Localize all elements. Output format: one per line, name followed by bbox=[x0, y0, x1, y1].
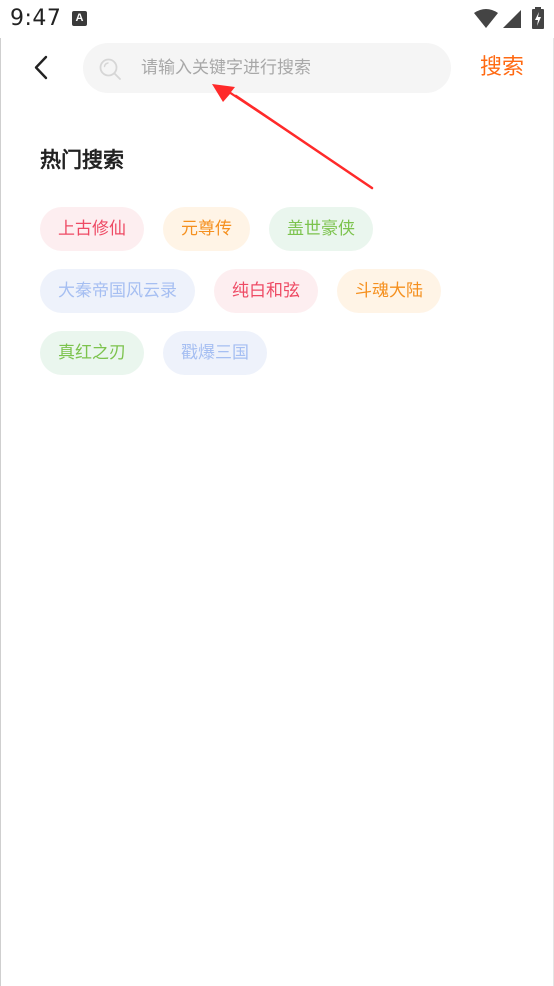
notification-a-icon: A bbox=[72, 11, 87, 26]
hot-tag[interactable]: 斗魂大陆 bbox=[337, 269, 441, 313]
battery-icon bbox=[532, 7, 544, 29]
hot-tag[interactable]: 纯白和弦 bbox=[214, 269, 318, 313]
annotation-arrow-icon bbox=[212, 84, 374, 190]
back-button[interactable] bbox=[22, 48, 62, 88]
hot-tag[interactable]: 大秦帝国风云录 bbox=[40, 269, 195, 313]
wifi-icon bbox=[474, 9, 498, 28]
search-icon bbox=[99, 58, 121, 80]
hot-tag[interactable]: 戳爆三国 bbox=[163, 331, 267, 375]
hot-tag[interactable]: 盖世豪侠 bbox=[269, 207, 373, 251]
hot-tag[interactable]: 真红之刃 bbox=[40, 331, 144, 375]
search-screen: 9:47 A 搜索 热门搜索 上古修仙 元尊传 bbox=[0, 0, 554, 986]
status-time: 9:47 bbox=[10, 6, 62, 31]
chevron-left-icon bbox=[34, 55, 48, 80]
hot-search-tags: 上古修仙 元尊传 盖世豪侠 大秦帝国风云录 纯白和弦 斗魂大陆 真红之刃 戳爆三… bbox=[40, 207, 520, 375]
search-button[interactable]: 搜索 bbox=[470, 50, 534, 86]
hot-search-title: 热门搜索 bbox=[40, 148, 124, 172]
hot-tag[interactable]: 上古修仙 bbox=[40, 207, 144, 251]
notification-a-letter: A bbox=[75, 12, 84, 24]
hot-tag[interactable]: 元尊传 bbox=[163, 207, 250, 251]
status-bar: 9:47 A bbox=[0, 0, 554, 38]
left-edge-divider bbox=[0, 38, 1, 986]
signal-icon bbox=[503, 10, 521, 28]
